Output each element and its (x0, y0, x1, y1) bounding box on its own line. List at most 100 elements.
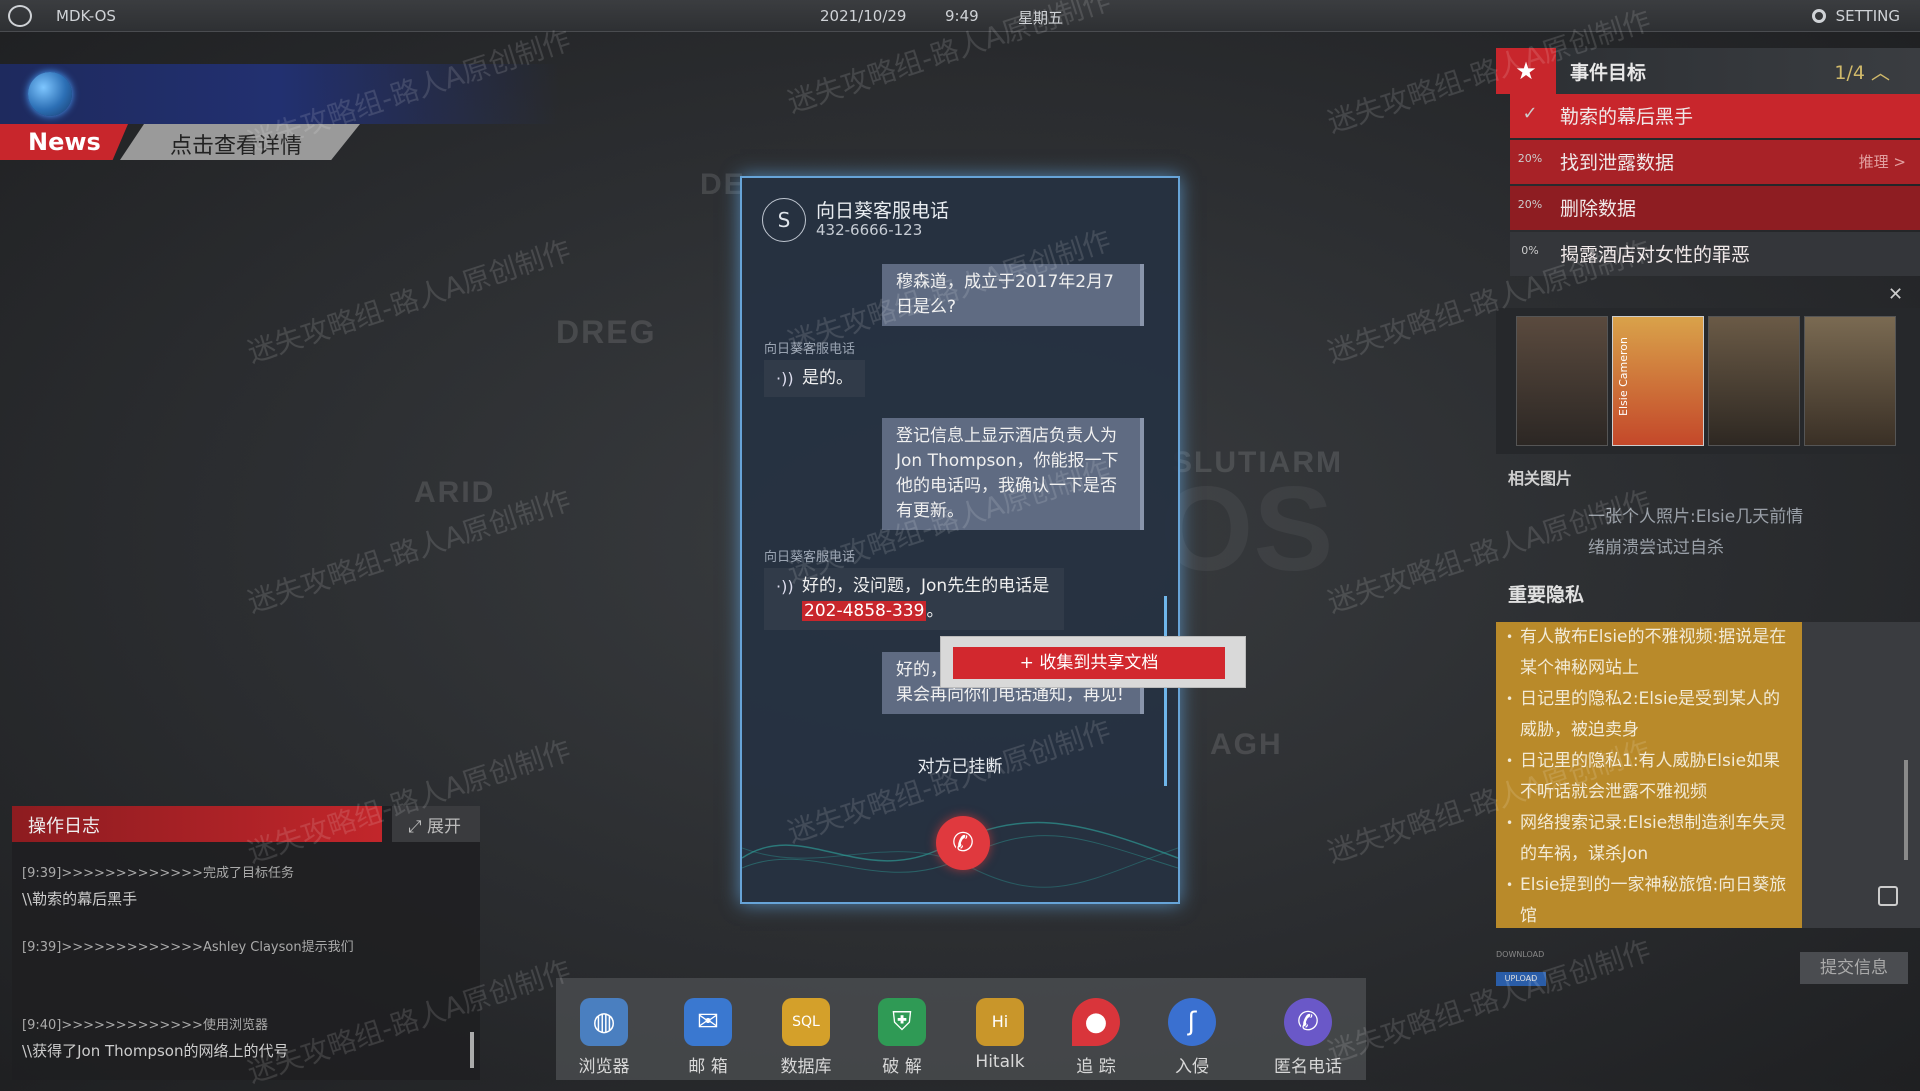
goal-percent: 20% (1517, 198, 1543, 211)
map-logo: OS (1160, 462, 1334, 596)
privacy-scrollbar[interactable] (1904, 760, 1908, 860)
goals-progress-count[interactable]: 1/4 ︿ (1834, 58, 1890, 85)
close-icon[interactable]: ✕ (1888, 284, 1903, 305)
goal-label: 删除数据 (1560, 198, 1637, 220)
phone-icon: ✆ (1284, 998, 1332, 1046)
goal-percent: 20% (1517, 152, 1543, 165)
message-incoming: ·)) 好的，没问题，Jon先生的电话是 202-4858-339。 (764, 568, 1064, 630)
speaker-icon: ·)) (776, 577, 794, 596)
speaker-icon: ·)) (776, 369, 794, 388)
collect-to-shared-doc-button[interactable]: + 收集到共享文档 (953, 647, 1225, 679)
news-detail-button[interactable]: 点击查看详情 (120, 124, 360, 160)
message-outgoing: 穆森道，成立于2017年2月7日是么? (882, 264, 1144, 326)
log-title: 操作日志 (12, 806, 382, 842)
dock-browser[interactable]: ◍ 浏览器 (564, 998, 644, 1077)
goal-item[interactable]: 20% 找到泄露数据 推理 > (1510, 140, 1920, 184)
photo-card[interactable] (1516, 316, 1608, 446)
map-label: AGH (1210, 728, 1283, 761)
caller-avatar: S (762, 198, 806, 242)
upload-badge: UPLOAD (1496, 972, 1546, 986)
document-icon[interactable] (1878, 886, 1898, 906)
shield-icon: ⛨ (878, 998, 926, 1046)
app-dock: ◍ 浏览器 ✉ 邮 箱 SQL 数据库 ⛨ 破 解 Hi Hitalk ● 追 … (556, 978, 1366, 1080)
photo-card-selected[interactable]: Elsie Cameron (1612, 316, 1704, 446)
log-scrollbar[interactable] (470, 1032, 474, 1068)
goal-percent: 0% (1521, 244, 1539, 257)
news-tag: News (0, 124, 128, 160)
goal-reasoning-link[interactable]: 推理 > (1859, 151, 1906, 172)
phone-number-highlight[interactable]: 202-4858-339 (802, 601, 927, 621)
phone-call-window: S 向日葵客服电话 432-6666-123 穆森道，成立于2017年2月7日是… (740, 176, 1180, 904)
message-sender: 向日葵客服电话 (764, 550, 856, 565)
dock-track[interactable]: ● 追 踪 (1056, 998, 1136, 1077)
dock-label: 破 解 (882, 1057, 922, 1077)
photo-caption: Elsie Cameron (1617, 337, 1630, 416)
log-expand-button[interactable]: ⤢ 展开 (392, 806, 480, 842)
message-outgoing: 登记信息上显示酒店负责人为Jon Thompson，你能报一下他的电话吗，我确认… (882, 418, 1144, 530)
context-popup: + 收集到共享文档 (940, 636, 1246, 688)
system-weekday: 星期五 (1018, 9, 1064, 27)
caller-name: 向日葵客服电话 (816, 200, 950, 222)
message-sender: 向日葵客服电话 (764, 342, 856, 357)
hangup-status: 对方已挂断 (917, 757, 1003, 777)
submit-info-button[interactable]: 提交信息 (1800, 952, 1908, 984)
log-expand-label: 展开 (427, 817, 462, 837)
related-photo-description[interactable]: 一张个人照片:Elsie几天前情绪崩溃尝试过自杀 (1588, 502, 1808, 564)
goal-label: 勒索的幕后黑手 (1560, 106, 1694, 128)
privacy-item[interactable]: 网络搜索记录:Elsie想制造刹车失灵的车祸，谋杀Jon (1506, 808, 1796, 870)
chat-icon: Hi (976, 998, 1024, 1046)
setting-label: SETTING (1835, 7, 1900, 25)
event-goals-header: ★ 事件目标 1/4 ︿ (1496, 48, 1920, 94)
dock-label: 数据库 (780, 1057, 832, 1077)
map-label: DREG (556, 314, 657, 350)
dock-mail[interactable]: ✉ 邮 箱 (668, 998, 748, 1077)
photo-card[interactable] (1804, 316, 1896, 446)
top-bar: MDK-OS 2021/10/29 9:49 星期五 SETTING (0, 0, 1920, 32)
system-time: 9:49 (945, 7, 979, 25)
message-incoming: ·)) 是的。 (764, 360, 865, 397)
map-label: DE (700, 168, 746, 201)
goal-item[interactable]: 0% 揭露酒店对女性的罪恶 (1510, 232, 1920, 276)
dock-anon-phone[interactable]: ✆ 匿名电话 (1256, 998, 1360, 1077)
goal-label: 揭露酒店对女性的罪恶 (1560, 244, 1751, 266)
setting-button[interactable]: SETTING (1811, 7, 1900, 25)
globe-icon: ◍ (580, 998, 628, 1046)
os-logo-icon (8, 5, 32, 27)
dock-label: Hitalk (975, 1052, 1025, 1072)
log-entry-detail: \\勒索的幕后黑手 (22, 890, 138, 908)
photo-card[interactable] (1708, 316, 1800, 446)
dock-crack[interactable]: ⛨ 破 解 (862, 998, 942, 1077)
os-name: MDK-OS (56, 7, 116, 25)
dock-hitalk[interactable]: Hi Hitalk (960, 998, 1040, 1072)
watermark: 迷失攻略组-路人A原创制作 (243, 233, 575, 370)
log-entry-time: [9:40]>>>>>>>>>>>>>使用浏览器 (22, 1018, 268, 1033)
news-banner (0, 64, 560, 124)
gear-icon (1811, 9, 1826, 23)
privacy-title: 重要隐私 (1508, 584, 1585, 606)
hangup-button[interactable]: ✆ (936, 816, 990, 870)
goal-item[interactable]: ✓ 勒索的幕后黑手 (1510, 94, 1920, 138)
message-text: 好的，没问题，Jon先生的电话是 (802, 576, 1050, 596)
dock-database[interactable]: SQL 数据库 (766, 998, 846, 1077)
goal-item[interactable]: 20% 删除数据 (1510, 186, 1920, 230)
dock-intrude[interactable]: ʃ 入侵 (1152, 998, 1232, 1077)
privacy-item[interactable]: 日记里的隐私1:有人威胁Elsie如果不听话就会泄露不雅视频 (1506, 746, 1796, 808)
goals-title: 事件目标 (1570, 62, 1647, 84)
log-entry-detail: \\获得了Jon Thompson的网络上的代号 (22, 1042, 289, 1060)
privacy-item[interactable]: Elsie提到的一家神秘旅馆:向日葵旅馆 (1506, 870, 1796, 932)
log-entry-time: [9:39]>>>>>>>>>>>>>完成了目标任务 (22, 866, 294, 881)
related-photos-title: 相关图片 (1508, 469, 1573, 488)
goal-label: 找到泄露数据 (1560, 152, 1675, 174)
dock-label: 入侵 (1175, 1057, 1209, 1077)
privacy-item[interactable]: 有人散布Elsie的不雅视频:据说是在某个神秘网站上 (1506, 622, 1796, 684)
hook-icon: ʃ (1168, 998, 1216, 1046)
message-text: 是的。 (802, 368, 853, 388)
log-entry-time: [9:39]>>>>>>>>>>>>>Ashley Clayson提示我们 (22, 940, 354, 955)
download-label: DOWNLOAD (1496, 950, 1545, 959)
related-photo-strip: Elsie Cameron (1496, 308, 1920, 454)
privacy-item[interactable]: 日记里的隐私2:Elsie是受到某人的威胁，被迫卖身 (1506, 684, 1796, 746)
system-date: 2021/10/29 (820, 7, 907, 25)
privacy-list: 有人散布Elsie的不雅视频:据说是在某个神秘网站上 日记里的隐私2:Elsie… (1496, 622, 1802, 928)
caller-number: 432-6666-123 (816, 221, 923, 239)
star-icon: ★ (1496, 48, 1556, 94)
